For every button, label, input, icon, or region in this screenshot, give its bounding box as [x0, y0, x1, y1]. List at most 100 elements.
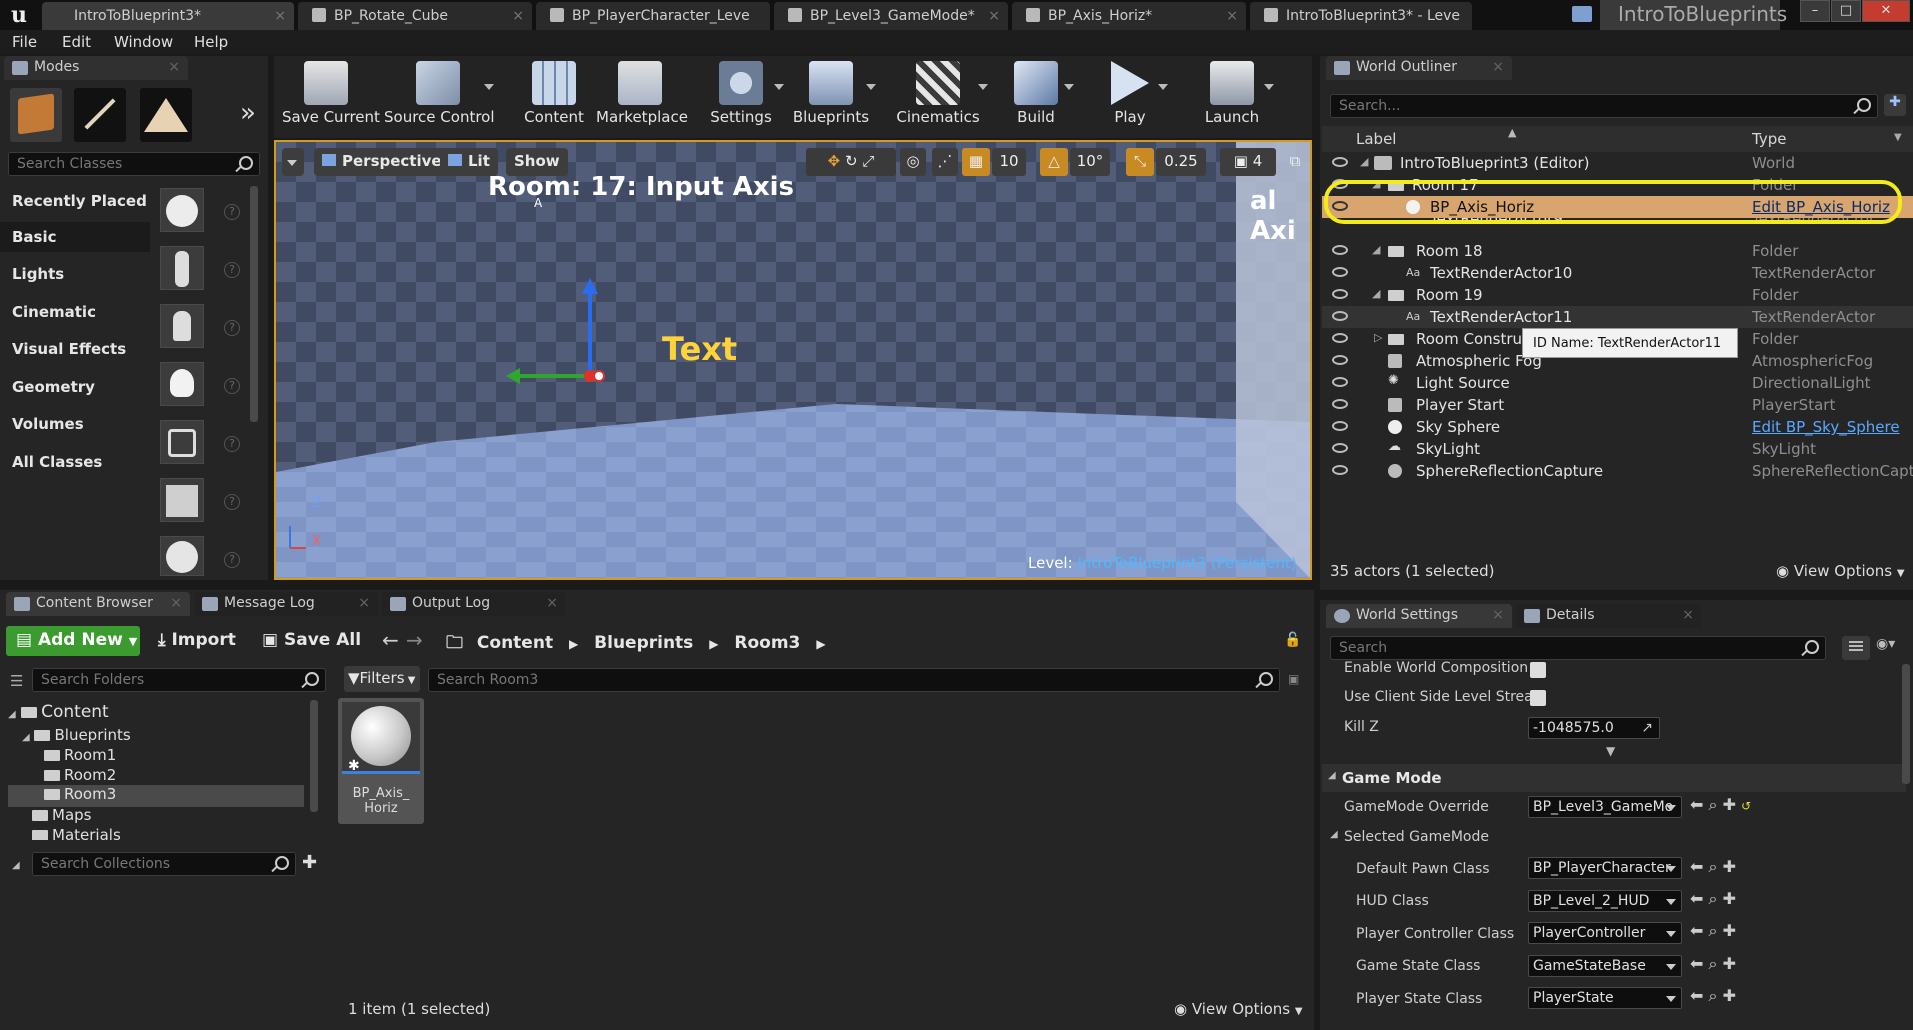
- eye-icon[interactable]: [1332, 377, 1348, 387]
- search-classes-input[interactable]: Search Classes: [8, 152, 260, 176]
- lit-button[interactable]: Lit: [440, 148, 498, 176]
- eye-icon[interactable]: [1332, 399, 1348, 409]
- tab-content-browser[interactable]: Content Browser ×: [6, 592, 190, 616]
- lock-icon[interactable]: 🔓: [1284, 632, 1301, 648]
- use-selected-icon[interactable]: ⬅: [1690, 889, 1703, 908]
- actor-empty-pawn[interactable]: [160, 304, 204, 348]
- tab-world-outliner[interactable]: World Outliner ×: [1326, 56, 1512, 80]
- editor-tab-rotate-cube[interactable]: BP_Rotate_Cube ×: [298, 2, 532, 30]
- collapse-arrow-icon[interactable]: ◢: [1372, 287, 1380, 300]
- category-visual-effects[interactable]: Visual Effects: [0, 334, 150, 364]
- play-button[interactable]: Play: [1094, 58, 1168, 130]
- column-label[interactable]: Label: [1356, 130, 1396, 148]
- perspective-button[interactable]: Perspective: [314, 148, 450, 176]
- feedback-icon[interactable]: [1572, 6, 1592, 22]
- launch-button[interactable]: Launch: [1192, 58, 1274, 130]
- actor-player-start[interactable]: [160, 420, 204, 464]
- chevron-right-icon[interactable]: ▶: [709, 637, 718, 651]
- eye-icon[interactable]: [1332, 311, 1348, 321]
- build-button[interactable]: Build: [1000, 58, 1074, 130]
- actor-cube[interactable]: [160, 478, 204, 522]
- column-type[interactable]: Type: [1752, 130, 1786, 148]
- close-icon[interactable]: ×: [988, 8, 1000, 24]
- eye-icon[interactable]: [1332, 157, 1348, 167]
- text-render-actor[interactable]: Text: [662, 330, 737, 368]
- reset-to-default-icon[interactable]: ↺: [1741, 799, 1751, 813]
- category-recently-placed[interactable]: Recently Placed: [0, 186, 150, 216]
- outliner-row[interactable]: ◢ Room 18 Folder: [1322, 240, 1913, 262]
- tab-world-settings[interactable]: World Settings ×: [1326, 604, 1512, 628]
- reset-icon[interactable]: ↗: [1641, 720, 1653, 736]
- default-pawn-dropdown[interactable]: BP_PlayerCharacter: [1528, 857, 1682, 879]
- scale-snap-value[interactable]: 0.25: [1156, 148, 1206, 176]
- close-icon[interactable]: ×: [512, 8, 524, 24]
- close-icon[interactable]: ×: [1492, 59, 1504, 75]
- tree-item-blueprints[interactable]: ◢ Blueprints: [22, 726, 131, 744]
- collapse-arrow-icon[interactable]: ◢: [1330, 829, 1338, 840]
- level-viewport[interactable]: Room: 17: Input Axis al Axi A Text Z X L…: [274, 140, 1312, 580]
- add-icon[interactable]: ✚: [1723, 857, 1736, 876]
- chevron-right-icon[interactable]: ▶: [569, 637, 578, 651]
- add-icon[interactable]: ✚: [1723, 889, 1736, 908]
- search-assets-input[interactable]: Search Room3: [428, 668, 1280, 692]
- eye-icon[interactable]: [1332, 333, 1348, 343]
- tab-message-log[interactable]: Message Log ×: [194, 592, 378, 616]
- use-selected-icon[interactable]: ⬅: [1690, 986, 1703, 1005]
- tree-item-content[interactable]: ◢ Content: [8, 702, 109, 722]
- save-all-button[interactable]: ▣ Save All: [262, 630, 361, 650]
- collapse-arrow-icon[interactable]: ◢: [1372, 243, 1380, 256]
- asset-tile[interactable]: ✱ BP_Axis_ Horiz: [338, 698, 424, 824]
- chevron-right-icon[interactable]: ▶: [816, 637, 825, 651]
- chevron-down-icon[interactable]: [774, 84, 784, 90]
- tab-modes[interactable]: Modes ×: [4, 56, 188, 80]
- view-options-button[interactable]: ◉ View Options ▼: [1776, 562, 1905, 580]
- maximize-viewport-button[interactable]: ⧉: [1284, 148, 1306, 176]
- client-side-streaming-checkbox[interactable]: [1530, 690, 1546, 706]
- outliner-row[interactable]: Player Start PlayerStart: [1322, 394, 1913, 416]
- eye-icon[interactable]: [1332, 245, 1348, 255]
- cinematics-button[interactable]: Cinematics: [890, 58, 988, 130]
- help-icon[interactable]: ?: [224, 262, 240, 278]
- visibility-options-button[interactable]: ◉▾: [1876, 636, 1906, 660]
- add-icon[interactable]: ✚: [1723, 921, 1736, 940]
- sources-toggle-icon[interactable]: ☰: [10, 672, 23, 690]
- edit-blueprint-link[interactable]: Edit BP_Sky_Sphere: [1752, 418, 1900, 436]
- category-cinematic[interactable]: Cinematic: [0, 297, 150, 327]
- camera-speed[interactable]: ▣ 4: [1220, 148, 1276, 176]
- tree-item-room3-selected[interactable]: Room3: [8, 785, 304, 807]
- scrollbar[interactable]: [250, 186, 258, 422]
- expand-arrow-icon[interactable]: ▷: [1374, 331, 1382, 344]
- outliner-search-input[interactable]: Search...: [1330, 94, 1878, 118]
- outliner-row[interactable]: ☁ SkyLight SkyLight: [1322, 438, 1913, 460]
- browse-icon[interactable]: ⌕: [1709, 857, 1718, 876]
- outliner-row[interactable]: ✺ Light Source DirectionalLight: [1322, 372, 1913, 394]
- eye-icon[interactable]: [1332, 355, 1348, 365]
- save-search-icon[interactable]: ▣: [1288, 672, 1299, 686]
- grid-snap-toggle[interactable]: ▦: [962, 148, 990, 176]
- help-icon[interactable]: ?: [224, 494, 240, 510]
- property-matrix-button[interactable]: [1842, 636, 1870, 660]
- editor-tab-axis-horiz[interactable]: BP_Axis_Horiz* ×: [1012, 2, 1246, 30]
- tree-item-room2[interactable]: Room2: [44, 766, 116, 784]
- browse-icon[interactable]: ⌕: [1709, 921, 1718, 940]
- close-icon[interactable]: ×: [1682, 607, 1694, 623]
- hud-class-dropdown[interactable]: BP_Level_2_HUD: [1528, 890, 1682, 912]
- close-icon[interactable]: ×: [546, 595, 558, 611]
- outliner-row[interactable]: Sky Sphere Edit BP_Sky_Sphere: [1322, 416, 1913, 438]
- filters-button[interactable]: ▼Filters ▼: [344, 666, 420, 692]
- collapse-arrow-icon[interactable]: ◢: [1360, 155, 1368, 168]
- rotation-snap-value[interactable]: 10°: [1070, 148, 1110, 176]
- player-state-dropdown[interactable]: PlayerState: [1528, 987, 1682, 1009]
- add-icon[interactable]: ✚: [1723, 795, 1736, 814]
- expand-advanced-icon[interactable]: ▼: [1606, 744, 1615, 758]
- close-icon[interactable]: ×: [358, 595, 370, 611]
- surface-snap-button[interactable]: ⋰: [932, 148, 958, 176]
- gamemode-override-dropdown[interactable]: BP_Level3_GameMo: [1528, 796, 1682, 818]
- details-scrollbar[interactable]: [1902, 664, 1910, 784]
- forward-button[interactable]: →: [406, 628, 423, 652]
- tree-item-materials[interactable]: Materials: [32, 826, 121, 840]
- tree-item-maps[interactable]: Maps: [32, 806, 91, 824]
- viewport-options-button[interactable]: [282, 148, 304, 176]
- content-button[interactable]: Content: [510, 58, 598, 130]
- transform-tools[interactable]: ✥ ↻ ⤢: [806, 148, 896, 176]
